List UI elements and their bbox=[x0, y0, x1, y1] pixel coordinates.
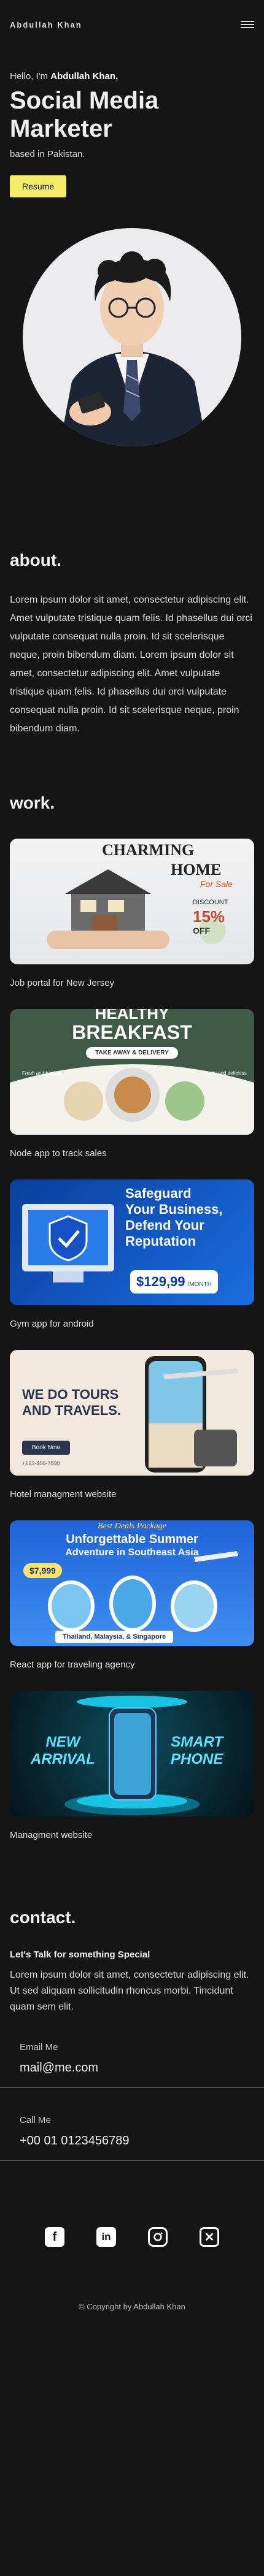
work-section: work. CHARMING HOME For Sale DISCOUNT 15… bbox=[0, 738, 264, 1840]
portrait-wrapper bbox=[10, 228, 254, 446]
project-2-badge: TAKE AWAY & DELIVERY bbox=[86, 1047, 178, 1059]
greeting-prefix: Hello, I'm bbox=[10, 71, 51, 82]
project-3-line-3: Defend Your bbox=[125, 1218, 204, 1233]
project-4-book-button: Book Now bbox=[22, 1441, 70, 1455]
project-caption[interactable]: Job portal for New Jersey bbox=[10, 978, 254, 988]
resume-button[interactable]: Resume bbox=[10, 175, 67, 197]
project-card[interactable]: Best Deals Package Unforgettable Summer … bbox=[10, 1520, 254, 1670]
project-thumbnail[interactable]: Best Deals Package Unforgettable Summer … bbox=[10, 1520, 254, 1646]
work-title: work. bbox=[10, 793, 55, 812]
email-field[interactable]: Email Me mail@me.com bbox=[0, 2015, 264, 2088]
instagram-icon[interactable] bbox=[148, 2227, 168, 2247]
project-1-headline: CHARMING bbox=[102, 841, 195, 859]
project-4-phone: +123-456-7890 bbox=[22, 1460, 60, 1466]
project-2-note-right: tasty and delicious bbox=[206, 1070, 247, 1076]
about-text: Lorem ipsum dolor sit amet, consectetur … bbox=[10, 595, 252, 734]
project-thumbnail[interactable]: Safeguard Your Business, Defend Your Rep… bbox=[10, 1179, 254, 1305]
project-5-kicker: Best Deals Package bbox=[98, 1522, 166, 1531]
contact-subtitle: Let's Talk for something Special bbox=[10, 1949, 150, 1960]
greeting-name: Abdullah Khan, bbox=[50, 71, 118, 82]
project-3-period: /MONTH bbox=[187, 1281, 212, 1288]
project-caption[interactable]: Managment website bbox=[10, 1830, 254, 1840]
project-3-line-1: Safeguard bbox=[125, 1186, 192, 1201]
project-6-line-2: ARRIVAL bbox=[31, 1751, 95, 1767]
project-thumbnail[interactable]: WE DO TOURS AND TRAVELS. Book Now +123-4… bbox=[10, 1350, 254, 1476]
phone-field[interactable]: Call Me +00 01 0123456789 bbox=[0, 2088, 264, 2161]
project-caption[interactable]: Node app to track sales bbox=[10, 1148, 254, 1159]
project-thumbnail[interactable]: HEALTHY BREAKFAST TAKE AWAY & DELIVERY F… bbox=[10, 1009, 254, 1135]
phone-value[interactable]: +00 01 0123456789 bbox=[20, 2134, 244, 2148]
x-icon[interactable]: ✕ bbox=[200, 2227, 219, 2247]
project-5-headline: Unforgettable Summer bbox=[66, 1533, 198, 1546]
hero-section: Hello, I'm Abdullah Khan, Social Media M… bbox=[0, 49, 264, 446]
project-card[interactable]: HEALTHY BREAKFAST TAKE AWAY & DELIVERY F… bbox=[10, 1009, 254, 1159]
project-5-destinations: Thailand, Malaysia, & Singapore bbox=[55, 1631, 174, 1643]
project-card[interactable]: NEW ARRIVAL SMART PHONE Managment websit… bbox=[10, 1691, 254, 1840]
site-header: Abdullah Khan bbox=[0, 0, 264, 49]
project-5-subheadline: Adventure in Southeast Asia bbox=[65, 1547, 199, 1558]
greeting: Hello, I'm Abdullah Khan, bbox=[10, 71, 254, 82]
project-6-line-4: PHONE bbox=[171, 1751, 223, 1767]
project-4-line-2: AND TRAVELS. bbox=[22, 1403, 121, 1418]
project-2-headline-2: BREAKFAST bbox=[72, 1021, 192, 1043]
contact-text: Lorem ipsum dolor sit amet, consectetur … bbox=[10, 1970, 249, 2012]
project-caption[interactable]: React app for traveling agency bbox=[10, 1660, 254, 1670]
project-3-price: $129,99 bbox=[136, 1274, 185, 1289]
hero-title: Social Media Marketer bbox=[10, 87, 159, 142]
contact-section: contact. Let's Talk for something Specia… bbox=[0, 1861, 264, 2311]
about-title: about. bbox=[10, 551, 61, 570]
project-1-headline-2: HOME bbox=[171, 861, 222, 878]
facebook-icon[interactable]: f bbox=[45, 2227, 64, 2247]
about-section: about. Lorem ipsum dolor sit amet, conse… bbox=[0, 446, 264, 738]
project-1-off: OFF bbox=[193, 926, 210, 936]
profile-portrait bbox=[23, 228, 241, 446]
project-thumbnail[interactable]: NEW ARRIVAL SMART PHONE bbox=[10, 1691, 254, 1816]
project-4-line-1: WE DO TOURS bbox=[22, 1387, 119, 1402]
hero-location: based in Pakistan. bbox=[10, 149, 85, 159]
project-3-headline: Safeguard Your Business, Defend Your Rep… bbox=[125, 1186, 223, 1249]
project-6-left: NEW ARRIVAL bbox=[31, 1734, 95, 1768]
project-thumbnail[interactable]: CHARMING HOME For Sale DISCOUNT 15% OFF bbox=[10, 839, 254, 964]
phone-label: Call Me bbox=[20, 2115, 51, 2125]
site-logo[interactable]: Abdullah Khan bbox=[10, 20, 82, 29]
project-caption[interactable]: Hotel managment website bbox=[10, 1489, 254, 1499]
project-1-sub: For Sale bbox=[200, 879, 233, 889]
project-card[interactable]: WE DO TOURS AND TRAVELS. Book Now +123-4… bbox=[10, 1350, 254, 1499]
project-caption[interactable]: Gym app for android bbox=[10, 1319, 254, 1329]
page: Abdullah Khan Hello, I'm Abdullah Khan, … bbox=[0, 0, 264, 2576]
project-2-note-left: Fresh and healthy bbox=[22, 1070, 62, 1076]
social-links: f in ✕ bbox=[10, 2227, 254, 2247]
project-1-discount: DISCOUNT bbox=[193, 899, 228, 906]
project-3-price-box: $129,99 /MONTH bbox=[130, 1270, 218, 1294]
project-card[interactable]: CHARMING HOME For Sale DISCOUNT 15% OFF … bbox=[10, 839, 254, 988]
hamburger-menu-icon[interactable] bbox=[241, 21, 254, 28]
project-3-line-2: Your Business, bbox=[125, 1202, 223, 1217]
project-6-line-3: SMART bbox=[171, 1734, 223, 1750]
project-5-price: $7,999 bbox=[23, 1563, 62, 1578]
project-6-line-1: NEW bbox=[45, 1734, 80, 1750]
email-value[interactable]: mail@me.com bbox=[20, 2061, 244, 2075]
project-card[interactable]: Safeguard Your Business, Defend Your Rep… bbox=[10, 1179, 254, 1329]
email-label: Email Me bbox=[20, 2042, 58, 2052]
copyright: © Copyright by Abdullah Khan bbox=[79, 2302, 185, 2311]
project-1-percent: 15% bbox=[193, 907, 225, 926]
linkedin-icon[interactable]: in bbox=[96, 2227, 116, 2247]
project-4-headline: WE DO TOURS AND TRAVELS. bbox=[22, 1387, 121, 1419]
contact-title: contact. bbox=[10, 1908, 76, 1927]
project-6-right: SMART PHONE bbox=[171, 1734, 223, 1768]
project-3-line-4: Reputation bbox=[125, 1233, 196, 1249]
